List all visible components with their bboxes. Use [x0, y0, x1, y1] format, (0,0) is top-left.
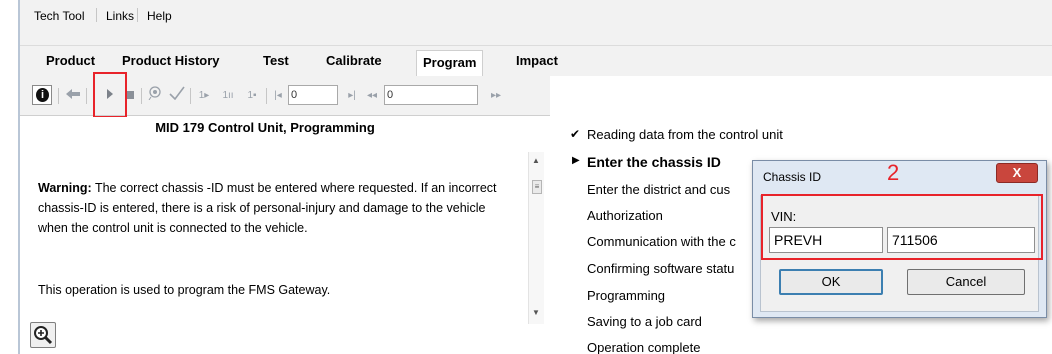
magnifier-icon	[34, 326, 53, 345]
info-glyph: i	[36, 88, 49, 102]
tab-product-history[interactable]: Product History	[116, 52, 226, 74]
tech-tool-window: Tech Tool Links Help Product Product His…	[0, 0, 1052, 354]
warning-label: Warning:	[38, 181, 92, 195]
first-icon[interactable]: |◂	[272, 86, 284, 106]
menu-bar: Tech Tool Links Help	[20, 0, 1052, 46]
menu-help[interactable]: Help	[141, 6, 178, 26]
page-title: MID 179 Control Unit, Programming	[155, 120, 375, 135]
tab-program[interactable]: Program	[416, 50, 484, 76]
menu-links[interactable]: Links	[100, 6, 140, 26]
check-mark-icon: ✔	[570, 127, 581, 141]
step-item: Programming	[587, 288, 666, 303]
zoom-button[interactable]	[30, 322, 56, 348]
scroll-up-icon[interactable]: ▲	[532, 156, 540, 165]
scroll-thumb[interactable]: ≡	[532, 180, 542, 194]
step-two-icon[interactable]: 1ıı	[218, 86, 238, 106]
end-position-input[interactable]: 0	[384, 85, 478, 105]
callout-2: 2	[887, 160, 900, 185]
toolbar-separator	[266, 88, 267, 104]
highlight-vin-fields	[761, 194, 1043, 260]
ok-button[interactable]: OK	[779, 269, 883, 295]
step-item: Confirming software statu	[587, 261, 735, 276]
last-icon[interactable]: ▸|	[346, 86, 358, 106]
main-tabs: Product Product History Test Calibrate P…	[20, 46, 1052, 76]
menu-separator	[137, 8, 138, 22]
step-item: Authorization	[587, 208, 663, 223]
fast-forward-icon[interactable]: ▸▸	[488, 86, 504, 106]
toolbar-separator	[141, 88, 142, 104]
tab-product[interactable]: Product	[40, 52, 101, 74]
check-icon[interactable]	[168, 86, 186, 106]
step-item: Saving to a job card	[587, 314, 702, 329]
step-item: Enter the district and cus	[587, 182, 731, 197]
instruction-scrollbar[interactable]: ▲ ≡ ▼	[528, 152, 544, 324]
start-position-input[interactable]: 0	[288, 85, 338, 105]
step-three-icon[interactable]: 1▪	[242, 86, 262, 106]
tab-calibrate[interactable]: Calibrate	[320, 52, 388, 74]
toolbar-separator	[86, 88, 87, 104]
menu-separator	[96, 8, 97, 22]
tab-impact[interactable]: Impact	[510, 52, 564, 74]
info-icon[interactable]: i	[32, 85, 52, 105]
step-item: Communication with the c	[587, 234, 736, 249]
step-item: Operation complete	[587, 340, 701, 354]
operation-description: This operation is used to program the FM…	[38, 283, 331, 297]
step-item: Reading data from the control unit	[587, 127, 783, 142]
step-icon[interactable]: 1▸	[196, 86, 212, 106]
eye-icon[interactable]	[146, 86, 164, 106]
dialog-close-button[interactable]: X	[996, 163, 1038, 183]
toolbar-separator	[190, 88, 191, 104]
rewind-icon[interactable]: ◂◂	[364, 86, 380, 106]
menu-tech-tool[interactable]: Tech Tool	[28, 6, 90, 26]
toolbar-separator	[58, 88, 59, 104]
current-step-icon: ▶	[572, 155, 580, 166]
tab-test[interactable]: Test	[257, 52, 295, 74]
left-margin	[0, 0, 18, 354]
warning-text: Warning: The correct chassis -ID must be…	[38, 178, 508, 238]
cancel-button[interactable]: Cancel	[907, 269, 1025, 295]
step-item-current: Enter the chassis ID	[587, 154, 721, 170]
highlight-play-button	[93, 72, 127, 118]
back-arrow-icon[interactable]	[64, 86, 82, 106]
scroll-down-icon[interactable]: ▼	[532, 308, 540, 317]
warning-body: The correct chassis -ID must be entered …	[38, 181, 497, 235]
dialog-title: Chassis ID	[763, 170, 822, 184]
